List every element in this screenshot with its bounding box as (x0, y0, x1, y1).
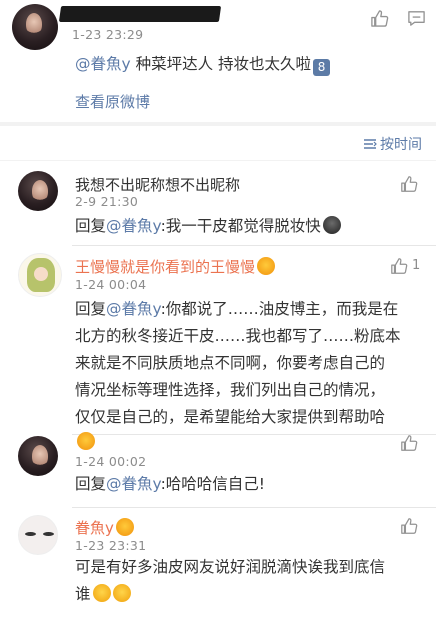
avatar[interactable] (18, 515, 58, 555)
comment-button[interactable] (407, 9, 426, 28)
commenter-name-text: 眷魚y (75, 519, 114, 537)
original-comment-card: 1-23 23:29 @眷魚y 种菜坪达人 持妆也太久啦 8 查看原微博 (0, 0, 436, 122)
comment-item: 王慢慢就是你看到的王慢慢 1-24 00:04 1 回复@眷魚y:你都说了……油… (0, 245, 436, 434)
commenter-name[interactable]: 我想不出昵称想不出昵称 (75, 174, 240, 195)
comment-timestamp: 1-24 00:02 (75, 454, 147, 469)
comment-line-1: 可是有好多油皮网友说好润脱滴快诶我到底信 (75, 558, 386, 576)
thumbs-up-icon (371, 10, 389, 27)
emoji-icon (92, 584, 111, 602)
like-button[interactable] (400, 517, 418, 535)
reply-text: :我一干皮都觉得脱妆快 (160, 217, 321, 235)
reply-prefix: 回复 (75, 217, 107, 235)
reply-prefix: 回复 (75, 475, 107, 493)
redacted-username (58, 6, 222, 22)
reply-mention[interactable]: @眷魚y (106, 300, 161, 318)
avatar[interactable] (18, 171, 58, 211)
avatar[interactable] (12, 4, 58, 50)
thumbs-up-icon (401, 176, 418, 192)
post-text: @眷魚y 种菜坪达人 持妆也太久啦 8 (75, 51, 331, 78)
commenter-name-text: 王慢慢就是你看到的王慢慢 (75, 258, 256, 276)
sort-by-time-button[interactable]: 按时间 (363, 134, 422, 154)
comment-timestamp: 1-23 23:31 (75, 538, 147, 553)
keycap-badge: 8 (313, 59, 331, 76)
emoji-icon (322, 216, 341, 234)
comment-timestamp: 1-24 00:04 (75, 277, 147, 292)
comment-timestamp: 2-9 21:30 (75, 194, 139, 209)
divider (72, 434, 436, 435)
comment-text: 回复@眷魚y:你都说了……油皮博主，而我是在 北方的秋冬接近干皮……我也都写了…… (75, 296, 425, 431)
member-badge-icon (115, 518, 134, 536)
post-timestamp: 1-23 23:29 (72, 27, 144, 42)
post-mention[interactable]: @眷魚y (75, 55, 131, 73)
comment-item: 我想不出昵称想不出昵称 2-9 21:30 回复@眷魚y:我一干皮都觉得脱妆快 (0, 161, 436, 245)
thumbs-up-icon (401, 518, 418, 534)
reply-mention[interactable]: @眷魚y (106, 217, 161, 235)
avatar[interactable] (18, 436, 58, 476)
thumbs-up-icon (391, 258, 408, 274)
comment-text: 可是有好多油皮网友说好润脱滴快诶我到底信 谁 (75, 554, 425, 608)
thumbs-up-icon (401, 435, 418, 451)
member-badge-icon (257, 257, 276, 275)
divider (72, 507, 436, 508)
comment-item: 眷魚y 1-23 23:31 可是有好多油皮网友说好润脱滴快诶我到底信 谁 (0, 507, 436, 631)
reply-text: :哈哈哈信自己! (160, 475, 265, 493)
like-count: 1 (412, 258, 421, 273)
comment-line-2: 谁 (75, 585, 91, 603)
sort-bar: 按时间 (0, 126, 436, 160)
commenter-name[interactable] (75, 432, 95, 451)
divider (72, 245, 436, 246)
avatar[interactable] (18, 253, 62, 297)
comment-text: 回复@眷魚y:我一干皮都觉得脱妆快 (75, 213, 341, 240)
comment-icon (408, 11, 425, 26)
like-button[interactable] (390, 257, 408, 275)
emoji-icon (112, 584, 131, 602)
commenter-name[interactable]: 眷魚y (75, 517, 134, 538)
comment-line: 回复@眷魚y:你都说了……油皮博主，而我是在 (75, 296, 425, 323)
like-button[interactable] (370, 9, 389, 28)
comment-item: 1-24 00:02 回复@眷魚y:哈哈哈信自己! (0, 432, 436, 507)
comment-line-1: :你都说了……油皮博主，而我是在 (160, 300, 399, 318)
like-button[interactable] (400, 434, 418, 452)
comment-line-5: 仅仅是自己的，是希望能给大家提供到帮助哈 (75, 408, 386, 426)
post-body: 种菜坪达人 持妆也太久啦 (130, 55, 312, 73)
comment-line-3: 来就是不同肤质地点不同啊，你要考虑自己的 (75, 354, 386, 372)
reply-mention[interactable]: @眷魚y (106, 475, 161, 493)
comment-text: 回复@眷魚y:哈哈哈信自己! (75, 471, 265, 498)
comment-line: 谁 (75, 581, 425, 608)
comment-line-2: 北方的秋冬接近干皮……我也都写了……粉底本 (75, 327, 401, 345)
sort-label: 按时间 (380, 137, 422, 153)
commenter-name[interactable]: 王慢慢就是你看到的王慢慢 (75, 256, 276, 277)
view-original-link[interactable]: 查看原微博 (75, 89, 150, 116)
sort-lines-icon (364, 139, 377, 149)
like-button[interactable] (400, 175, 418, 193)
comment-line-4: 情况坐标等理性选择，我们列出自己的情况， (75, 381, 386, 399)
member-badge-icon (77, 432, 95, 450)
reply-prefix: 回复 (75, 300, 107, 318)
